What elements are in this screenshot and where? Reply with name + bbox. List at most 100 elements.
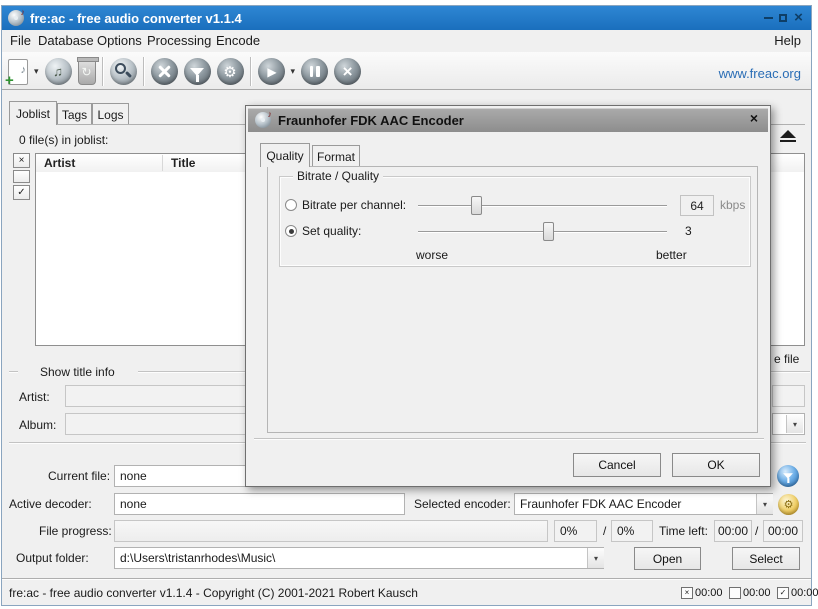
time-slash: / — [755, 524, 758, 538]
select-all-button[interactable]: × — [13, 153, 30, 168]
add-files-dropdown-caret[interactable]: ▾ — [34, 66, 39, 77]
configure-encoder-icon[interactable]: ⚙ — [778, 494, 799, 515]
screen: ♪ fre:ac - free audio converter v1.1.4 ×… — [0, 0, 818, 609]
window-title: fre:ac - free audio converter v1.1.4 — [30, 11, 242, 26]
file-progress-label: File progress: — [39, 524, 112, 538]
eject-icon-bar — [780, 140, 796, 143]
bitrate-unit-label: kbps — [720, 198, 745, 212]
bitrate-value-field[interactable]: 64 — [680, 195, 714, 216]
processing-setup-button[interactable] — [184, 58, 211, 85]
toolbar-separator — [102, 57, 104, 86]
time-left-file: 00:00 — [714, 520, 752, 542]
bitrate-slider[interactable] — [418, 196, 667, 215]
quality-slider[interactable] — [418, 222, 667, 241]
menu-encode[interactable]: Encode — [214, 30, 262, 52]
stop-encoding-button[interactable]: × — [334, 58, 361, 85]
artist-label: Artist: — [19, 390, 50, 404]
dialog-title-bar[interactable]: ♪ Fraunhofer FDK AAC Encoder — [248, 108, 768, 132]
website-link[interactable]: www.freac.org — [719, 66, 801, 81]
set-quality-label[interactable]: Set quality: — [302, 224, 361, 238]
maximize-button[interactable] — [776, 10, 789, 25]
add-files-note-icon: ♪ — [21, 64, 27, 76]
timer-x-icon: × — [681, 587, 693, 599]
funnel-icon — [783, 473, 793, 479]
total-progress-percent: 0% — [611, 520, 653, 542]
show-title-info-label[interactable]: Show title info — [40, 365, 115, 379]
dialog-tab-format[interactable]: Format — [312, 145, 360, 167]
active-decoder-label: Active decoder: — [9, 497, 92, 511]
bitrate-slider-handle[interactable] — [471, 196, 482, 215]
selected-encoder-label: Selected encoder: — [414, 497, 511, 511]
toggle-selection-button[interactable]: ✓ — [13, 185, 30, 200]
app-icon-note: ♪ — [21, 7, 26, 17]
cddb-query-button[interactable] — [110, 58, 137, 85]
open-button[interactable]: Open — [634, 547, 701, 570]
combo-caret-icon[interactable]: ▾ — [786, 415, 803, 433]
output-folder-caret-icon[interactable]: ▾ — [587, 548, 604, 568]
start-encoding-dropdown-caret[interactable]: ▾ — [291, 66, 296, 77]
timer-elapsed: × 00:00 — [681, 587, 723, 599]
menu-options[interactable]: Options — [95, 30, 144, 52]
timer-empty-icon — [729, 587, 741, 599]
app-icon: ♪ — [255, 112, 271, 128]
title-bar[interactable]: ♪ fre:ac - free audio converter v1.1.4 × — [2, 6, 811, 30]
general-settings-button[interactable] — [151, 58, 178, 85]
status-bar: fre:ac - free audio converter v1.1.4 - C… — [2, 578, 811, 605]
tab-tags[interactable]: Tags — [57, 103, 92, 125]
eject-cd-button[interactable] — [773, 124, 803, 148]
cd-note-icon: ♫ — [53, 64, 63, 79]
recycle-icon: ↻ — [82, 65, 92, 79]
section-line-right — [766, 371, 810, 373]
album-input — [65, 413, 247, 435]
remove-all-button[interactable]: ↻ — [78, 59, 96, 85]
pause-encoding-button[interactable] — [301, 58, 328, 85]
genre-combo-fragment[interactable]: ▾ — [772, 413, 805, 435]
ok-button[interactable]: OK — [672, 453, 760, 477]
dialog-close-button[interactable]: × — [746, 110, 762, 126]
dialog-tab-quality[interactable]: Quality — [260, 143, 310, 167]
close-button[interactable]: × — [792, 10, 805, 25]
set-quality-radio[interactable] — [285, 225, 297, 237]
menu-file[interactable]: File — [8, 30, 33, 52]
app-icon-note: ♪ — [268, 109, 273, 119]
magnifier-handle-icon — [124, 71, 131, 78]
encoder-combo-caret-icon[interactable]: ▾ — [756, 494, 773, 514]
menu-bar: File Database Options Processing Encode … — [2, 30, 811, 52]
menu-processing[interactable]: Processing — [145, 30, 213, 52]
section-line — [138, 371, 246, 373]
encoder-settings-button[interactable]: ⚙ — [217, 58, 244, 85]
minimize-icon — [764, 17, 773, 19]
add-files-button[interactable]: ♪ + — [8, 59, 28, 85]
eject-icon — [780, 130, 796, 138]
tab-logs[interactable]: Logs — [92, 103, 129, 125]
dialog-tab-page: Bitrate / Quality Bitrate per channel: 6… — [267, 166, 758, 433]
column-artist[interactable]: Artist — [36, 154, 162, 172]
group-title: Bitrate / Quality — [293, 169, 383, 183]
dialog-title: Fraunhofer FDK AAC Encoder — [278, 113, 464, 128]
selected-encoder-combo[interactable]: Fraunhofer FDK AAC Encoder — [514, 493, 773, 515]
toolbar-separator — [143, 57, 145, 86]
magnifier-icon — [115, 63, 126, 74]
select-none-button[interactable] — [13, 170, 30, 183]
menu-help[interactable]: Help — [772, 30, 803, 52]
time-left-label: Time left: — [659, 524, 708, 538]
bitrate-radio[interactable] — [285, 199, 297, 211]
menu-database[interactable]: Database — [36, 30, 96, 52]
better-label: better — [656, 248, 687, 262]
output-folder-combo[interactable]: d:\Users\tristanrhodes\Music\ — [114, 547, 604, 569]
stop-x-icon: × — [343, 62, 353, 82]
minimize-button[interactable] — [762, 10, 775, 25]
cancel-button[interactable]: Cancel — [573, 453, 661, 477]
toolbar-buttons: ♪ + ▾ ♫ ↻ ⚙ ▶ ▾ — [8, 57, 361, 86]
timer-total: ✓ 00:00 — [777, 587, 818, 599]
tab-joblist[interactable]: Joblist — [9, 101, 57, 125]
bitrate-label[interactable]: Bitrate per channel: — [302, 198, 406, 212]
timer-check-icon: ✓ — [777, 587, 789, 599]
file-progress-percent: 0% — [554, 520, 597, 542]
select-button[interactable]: Select — [732, 547, 800, 570]
maximize-icon — [779, 14, 787, 22]
quality-slider-handle[interactable] — [543, 222, 554, 241]
start-encoding-button[interactable]: ▶ — [258, 58, 285, 85]
title-input-fragment — [772, 385, 805, 407]
add-cd-tracks-button[interactable]: ♫ — [45, 58, 72, 85]
